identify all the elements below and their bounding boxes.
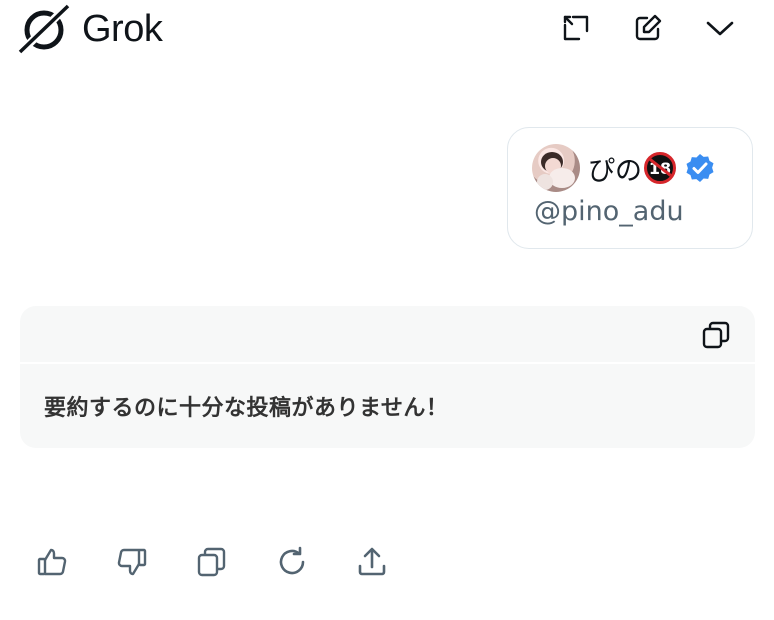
response-panel: 要約するのに十分な投稿がありません！ <box>20 306 755 448</box>
expand-icon <box>563 15 589 41</box>
avatar-image <box>537 152 575 190</box>
dislike-button[interactable] <box>110 540 154 584</box>
grok-logo-icon <box>18 4 70 54</box>
verified-icon <box>686 154 714 182</box>
name-row: ぴの 18 <box>588 150 716 187</box>
copy-icon <box>197 547 226 577</box>
response-text: 要約するのに十分な投稿がありません！ <box>44 396 449 421</box>
refresh-icon <box>279 546 305 575</box>
user-card[interactable]: ぴの 18 @pino_adu <box>507 127 753 249</box>
chevron-down-icon <box>706 21 734 36</box>
copy-button[interactable] <box>190 540 234 584</box>
avatar <box>532 144 580 192</box>
grok-logo: Grok <box>18 4 163 54</box>
user-handle: @pino_adu <box>534 196 684 227</box>
collapse-button[interactable] <box>700 8 740 48</box>
thumbs-up-icon <box>37 548 67 576</box>
regenerate-button[interactable] <box>270 540 314 584</box>
response-copy-button[interactable] <box>699 318 733 352</box>
copy-icon <box>702 321 730 349</box>
thumbs-down-icon <box>117 548 147 576</box>
app-name: Grok <box>82 7 163 50</box>
header: Grok <box>0 0 774 60</box>
new-chat-button[interactable] <box>628 8 668 48</box>
edit-icon <box>635 14 662 41</box>
response-divider <box>20 362 755 364</box>
age-restriction-icon: 18 <box>644 152 676 184</box>
share-icon <box>358 547 386 576</box>
share-button[interactable] <box>350 540 394 584</box>
grok-panel: Grok ぴの 18 @pino_adu 要約するのに十分な投稿がありません！ <box>0 0 774 620</box>
like-button[interactable] <box>30 540 74 584</box>
age-badge-text: 18 <box>648 158 672 178</box>
user-display-name: ぴの <box>588 155 642 187</box>
expand-button[interactable] <box>556 8 596 48</box>
